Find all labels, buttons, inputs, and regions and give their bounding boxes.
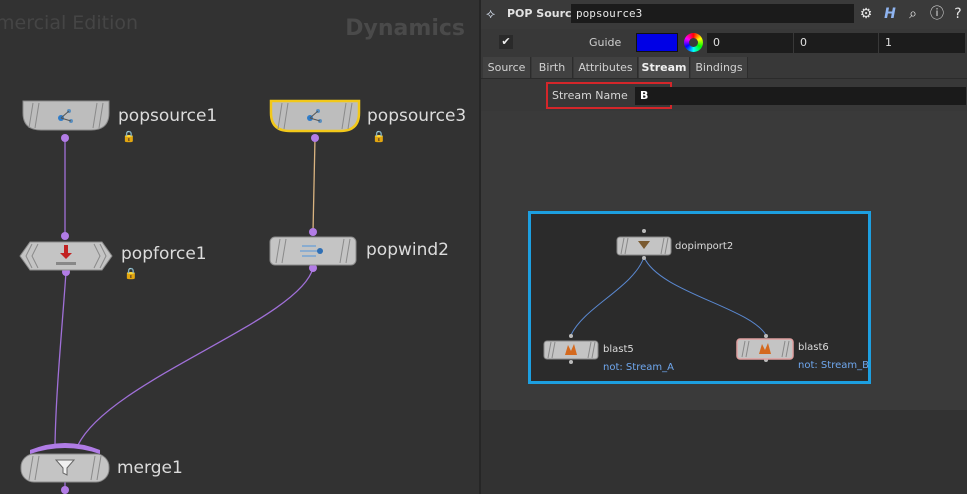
wire-popwind2-merge1 — [77, 267, 314, 446]
parameter-pane: ⟡ POP Source popsource3 ⚙ H ⌕ ⓘ ? ✔ Guid… — [481, 0, 967, 494]
blast6-node — [736, 338, 794, 360]
help-icon[interactable]: H — [881, 5, 899, 23]
merge1-out-dot — [61, 486, 69, 494]
blast5-label: blast5 — [603, 344, 634, 355]
dopimport2-node — [616, 236, 672, 256]
popsource1-node[interactable] — [21, 99, 111, 133]
popforce1-in-dot — [61, 232, 69, 240]
wire-dopimport2-blast5 — [570, 256, 645, 336]
lock-icon[interactable]: 🔒 — [122, 130, 136, 143]
gear-icon[interactable]: ⚙ — [857, 5, 875, 23]
guide-checkbox[interactable]: ✔ — [499, 35, 513, 49]
tab-birth[interactable]: Birth — [532, 57, 573, 78]
guide-color-swatch[interactable] — [636, 33, 678, 52]
info-icon[interactable]: ⓘ — [928, 5, 946, 23]
popwind2-label: popwind2 — [366, 240, 449, 260]
stream-name-row: Stream Name B — [546, 82, 966, 109]
popsource3-out-dot — [311, 134, 319, 142]
wire-popforce1-merge1 — [54, 271, 67, 446]
popsource3-label: popsource3 — [367, 106, 467, 126]
dopimport2-label: dopimport2 — [675, 241, 734, 252]
help-circle-icon[interactable]: ? — [949, 5, 967, 23]
color-wheel-icon[interactable] — [684, 33, 703, 52]
lock-icon[interactable]: 🔒 — [372, 130, 386, 143]
popsource3-node[interactable] — [268, 98, 362, 134]
lock-icon[interactable]: 🔒 — [124, 267, 138, 280]
guide-value-3[interactable]: 1 — [879, 33, 965, 53]
guide-value-1[interactable]: 0 — [707, 33, 793, 53]
node-name-field[interactable]: popsource3 — [571, 4, 854, 23]
wire-dopimport2-blast6 — [643, 256, 767, 336]
blast6-note: not: Stream_B — [798, 360, 869, 371]
blast5-note: not: Stream_A — [603, 362, 674, 373]
tab-bindings[interactable]: Bindings — [691, 57, 748, 78]
popsource1-out-dot — [61, 134, 69, 142]
stream-name-label: Stream Name — [552, 89, 628, 102]
inset-network-highlight: dopimport2 blast5 not: Stream_A blast6 n… — [528, 211, 871, 384]
popforce1-label: popforce1 — [121, 244, 207, 264]
merge1-label: merge1 — [117, 458, 183, 478]
guide-value-2[interactable]: 0 — [794, 33, 878, 53]
network-view[interactable]: mercial Edition Dynamics popsource1 🔒 po… — [0, 0, 479, 494]
parameter-header: ⟡ POP Source popsource3 ⚙ H ⌕ ⓘ ? — [481, 0, 967, 29]
merge1-node[interactable] — [19, 438, 111, 486]
tab-stream[interactable]: Stream — [639, 57, 690, 78]
popforce1-node[interactable] — [18, 240, 114, 272]
blast6-label: blast6 — [798, 342, 829, 353]
pane-background — [481, 410, 967, 494]
inset-network: dopimport2 blast5 not: Stream_A blast6 n… — [534, 217, 869, 378]
tab-source[interactable]: Source — [483, 57, 531, 78]
wire-popsource3-popwind2 — [312, 137, 316, 233]
pop-source-icon: ⟡ — [486, 6, 496, 22]
popwind2-node[interactable] — [268, 235, 358, 267]
parameter-tabs: Source Birth Attributes Stream Bindings — [481, 57, 967, 79]
stream-name-input[interactable]: B — [635, 87, 966, 105]
guide-label: Guide — [589, 36, 622, 49]
node-type-label: POP Source — [507, 7, 580, 20]
search-icon[interactable]: ⌕ — [904, 5, 922, 23]
guide-row: ✔ Guide 0 0 1 — [481, 31, 967, 55]
popsource1-label: popsource1 — [118, 106, 218, 126]
blast5-node — [543, 340, 599, 360]
tab-attributes[interactable]: Attributes — [574, 57, 638, 78]
